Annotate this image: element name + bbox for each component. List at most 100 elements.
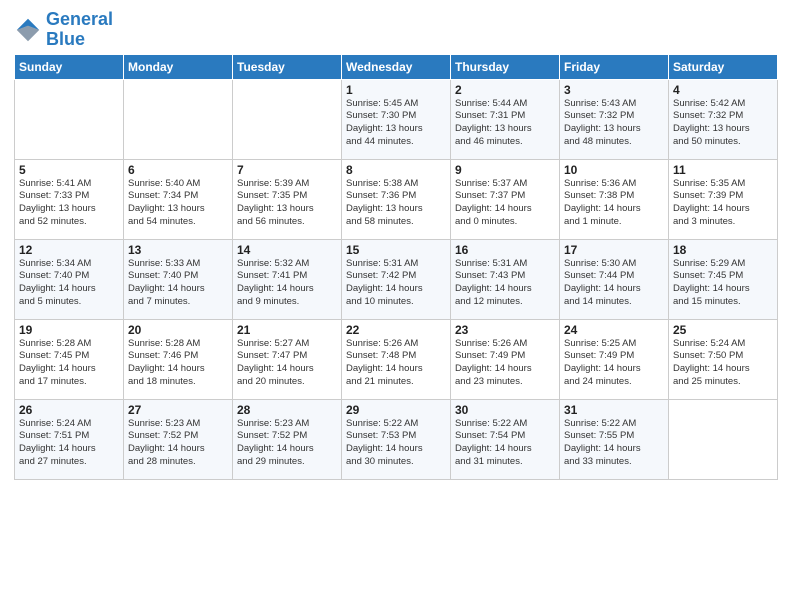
day-info: Sunrise: 5:40 AM Sunset: 7:34 PM Dayligh…	[128, 178, 228, 229]
day-number: 13	[128, 243, 228, 257]
day-number: 20	[128, 323, 228, 337]
day-number: 9	[455, 163, 555, 177]
day-number: 14	[237, 243, 337, 257]
day-info: Sunrise: 5:26 AM Sunset: 7:48 PM Dayligh…	[346, 338, 446, 389]
calendar-cell	[15, 79, 124, 159]
calendar-cell: 27Sunrise: 5:23 AM Sunset: 7:52 PM Dayli…	[124, 399, 233, 479]
calendar-cell: 17Sunrise: 5:30 AM Sunset: 7:44 PM Dayli…	[560, 239, 669, 319]
day-info: Sunrise: 5:39 AM Sunset: 7:35 PM Dayligh…	[237, 178, 337, 229]
day-number: 18	[673, 243, 773, 257]
calendar-cell: 10Sunrise: 5:36 AM Sunset: 7:38 PM Dayli…	[560, 159, 669, 239]
calendar-header: SundayMondayTuesdayWednesdayThursdayFrid…	[15, 54, 778, 79]
calendar-cell: 16Sunrise: 5:31 AM Sunset: 7:43 PM Dayli…	[451, 239, 560, 319]
day-info: Sunrise: 5:23 AM Sunset: 7:52 PM Dayligh…	[237, 418, 337, 469]
col-header-monday: Monday	[124, 54, 233, 79]
day-info: Sunrise: 5:45 AM Sunset: 7:30 PM Dayligh…	[346, 98, 446, 149]
day-number: 17	[564, 243, 664, 257]
day-number: 24	[564, 323, 664, 337]
day-number: 10	[564, 163, 664, 177]
day-info: Sunrise: 5:22 AM Sunset: 7:53 PM Dayligh…	[346, 418, 446, 469]
day-info: Sunrise: 5:42 AM Sunset: 7:32 PM Dayligh…	[673, 98, 773, 149]
day-number: 12	[19, 243, 119, 257]
col-header-saturday: Saturday	[669, 54, 778, 79]
calendar-cell: 28Sunrise: 5:23 AM Sunset: 7:52 PM Dayli…	[233, 399, 342, 479]
day-info: Sunrise: 5:25 AM Sunset: 7:49 PM Dayligh…	[564, 338, 664, 389]
day-number: 8	[346, 163, 446, 177]
day-number: 19	[19, 323, 119, 337]
day-info: Sunrise: 5:24 AM Sunset: 7:51 PM Dayligh…	[19, 418, 119, 469]
calendar-table: SundayMondayTuesdayWednesdayThursdayFrid…	[14, 54, 778, 480]
day-info: Sunrise: 5:30 AM Sunset: 7:44 PM Dayligh…	[564, 258, 664, 309]
calendar-cell: 31Sunrise: 5:22 AM Sunset: 7:55 PM Dayli…	[560, 399, 669, 479]
day-info: Sunrise: 5:23 AM Sunset: 7:52 PM Dayligh…	[128, 418, 228, 469]
calendar-cell: 26Sunrise: 5:24 AM Sunset: 7:51 PM Dayli…	[15, 399, 124, 479]
calendar-cell: 14Sunrise: 5:32 AM Sunset: 7:41 PM Dayli…	[233, 239, 342, 319]
day-number: 4	[673, 83, 773, 97]
calendar-cell: 5Sunrise: 5:41 AM Sunset: 7:33 PM Daylig…	[15, 159, 124, 239]
day-number: 29	[346, 403, 446, 417]
day-number: 23	[455, 323, 555, 337]
day-info: Sunrise: 5:29 AM Sunset: 7:45 PM Dayligh…	[673, 258, 773, 309]
col-header-wednesday: Wednesday	[342, 54, 451, 79]
calendar-cell: 19Sunrise: 5:28 AM Sunset: 7:45 PM Dayli…	[15, 319, 124, 399]
calendar-cell: 22Sunrise: 5:26 AM Sunset: 7:48 PM Dayli…	[342, 319, 451, 399]
calendar-cell: 21Sunrise: 5:27 AM Sunset: 7:47 PM Dayli…	[233, 319, 342, 399]
calendar-cell: 20Sunrise: 5:28 AM Sunset: 7:46 PM Dayli…	[124, 319, 233, 399]
day-number: 30	[455, 403, 555, 417]
day-info: Sunrise: 5:26 AM Sunset: 7:49 PM Dayligh…	[455, 338, 555, 389]
calendar-week-4: 19Sunrise: 5:28 AM Sunset: 7:45 PM Dayli…	[15, 319, 778, 399]
day-info: Sunrise: 5:35 AM Sunset: 7:39 PM Dayligh…	[673, 178, 773, 229]
header: General Blue	[14, 10, 778, 50]
calendar-cell: 24Sunrise: 5:25 AM Sunset: 7:49 PM Dayli…	[560, 319, 669, 399]
day-info: Sunrise: 5:31 AM Sunset: 7:42 PM Dayligh…	[346, 258, 446, 309]
calendar-cell: 15Sunrise: 5:31 AM Sunset: 7:42 PM Dayli…	[342, 239, 451, 319]
day-info: Sunrise: 5:44 AM Sunset: 7:31 PM Dayligh…	[455, 98, 555, 149]
calendar-cell: 25Sunrise: 5:24 AM Sunset: 7:50 PM Dayli…	[669, 319, 778, 399]
logo-text: General Blue	[46, 10, 113, 50]
calendar-week-3: 12Sunrise: 5:34 AM Sunset: 7:40 PM Dayli…	[15, 239, 778, 319]
calendar-cell: 4Sunrise: 5:42 AM Sunset: 7:32 PM Daylig…	[669, 79, 778, 159]
calendar-cell: 11Sunrise: 5:35 AM Sunset: 7:39 PM Dayli…	[669, 159, 778, 239]
calendar-week-5: 26Sunrise: 5:24 AM Sunset: 7:51 PM Dayli…	[15, 399, 778, 479]
day-info: Sunrise: 5:28 AM Sunset: 7:45 PM Dayligh…	[19, 338, 119, 389]
day-number: 28	[237, 403, 337, 417]
day-info: Sunrise: 5:28 AM Sunset: 7:46 PM Dayligh…	[128, 338, 228, 389]
calendar-cell: 23Sunrise: 5:26 AM Sunset: 7:49 PM Dayli…	[451, 319, 560, 399]
day-number: 3	[564, 83, 664, 97]
calendar-cell	[233, 79, 342, 159]
day-info: Sunrise: 5:22 AM Sunset: 7:54 PM Dayligh…	[455, 418, 555, 469]
calendar-cell	[669, 399, 778, 479]
day-info: Sunrise: 5:31 AM Sunset: 7:43 PM Dayligh…	[455, 258, 555, 309]
calendar-cell: 29Sunrise: 5:22 AM Sunset: 7:53 PM Dayli…	[342, 399, 451, 479]
day-info: Sunrise: 5:22 AM Sunset: 7:55 PM Dayligh…	[564, 418, 664, 469]
calendar-cell: 12Sunrise: 5:34 AM Sunset: 7:40 PM Dayli…	[15, 239, 124, 319]
calendar-cell: 8Sunrise: 5:38 AM Sunset: 7:36 PM Daylig…	[342, 159, 451, 239]
day-number: 26	[19, 403, 119, 417]
logo: General Blue	[14, 10, 113, 50]
calendar-cell: 18Sunrise: 5:29 AM Sunset: 7:45 PM Dayli…	[669, 239, 778, 319]
calendar-cell: 9Sunrise: 5:37 AM Sunset: 7:37 PM Daylig…	[451, 159, 560, 239]
col-header-sunday: Sunday	[15, 54, 124, 79]
day-number: 6	[128, 163, 228, 177]
day-info: Sunrise: 5:38 AM Sunset: 7:36 PM Dayligh…	[346, 178, 446, 229]
calendar-cell	[124, 79, 233, 159]
calendar-cell: 30Sunrise: 5:22 AM Sunset: 7:54 PM Dayli…	[451, 399, 560, 479]
day-info: Sunrise: 5:43 AM Sunset: 7:32 PM Dayligh…	[564, 98, 664, 149]
day-info: Sunrise: 5:41 AM Sunset: 7:33 PM Dayligh…	[19, 178, 119, 229]
day-number: 31	[564, 403, 664, 417]
calendar-cell: 7Sunrise: 5:39 AM Sunset: 7:35 PM Daylig…	[233, 159, 342, 239]
day-number: 25	[673, 323, 773, 337]
col-header-tuesday: Tuesday	[233, 54, 342, 79]
calendar-cell: 2Sunrise: 5:44 AM Sunset: 7:31 PM Daylig…	[451, 79, 560, 159]
page-container: General Blue SundayMondayTuesdayWednesda…	[0, 0, 792, 490]
calendar-week-2: 5Sunrise: 5:41 AM Sunset: 7:33 PM Daylig…	[15, 159, 778, 239]
day-number: 2	[455, 83, 555, 97]
day-number: 22	[346, 323, 446, 337]
day-number: 15	[346, 243, 446, 257]
logo-icon	[14, 16, 42, 44]
col-header-thursday: Thursday	[451, 54, 560, 79]
day-info: Sunrise: 5:33 AM Sunset: 7:40 PM Dayligh…	[128, 258, 228, 309]
day-number: 7	[237, 163, 337, 177]
day-number: 5	[19, 163, 119, 177]
calendar-cell: 13Sunrise: 5:33 AM Sunset: 7:40 PM Dayli…	[124, 239, 233, 319]
